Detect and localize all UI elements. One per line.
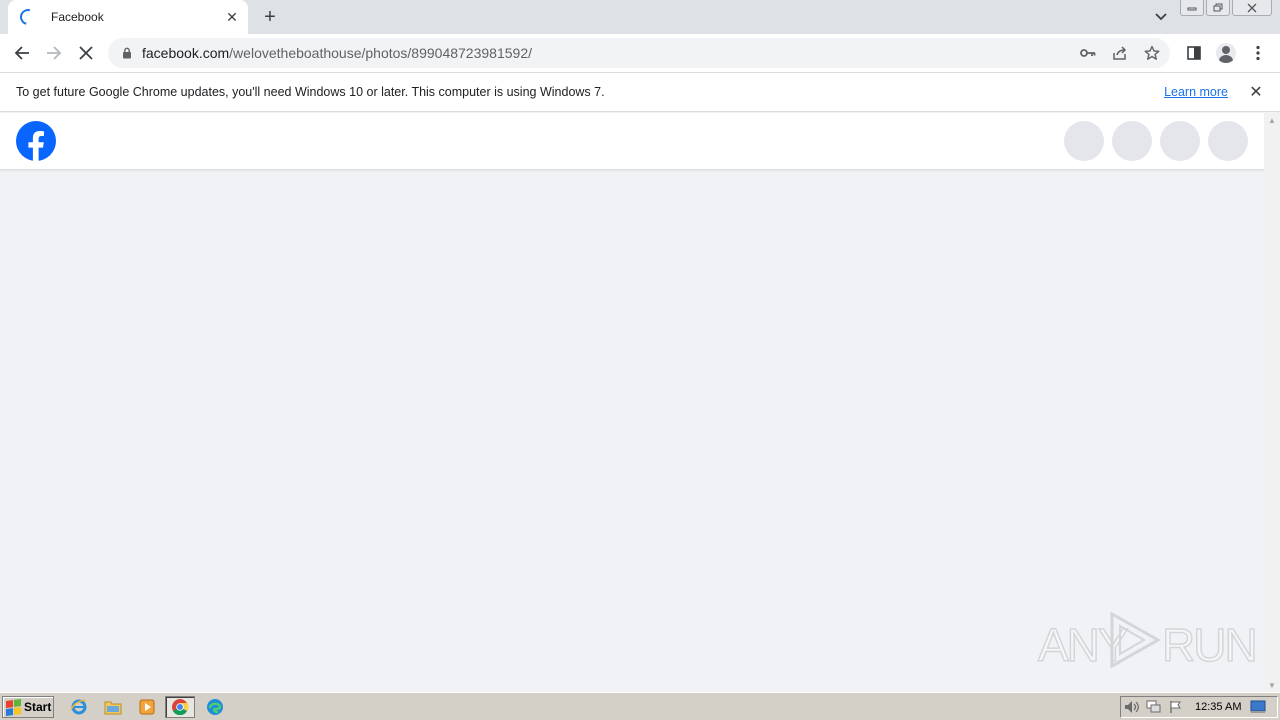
tab-search-icon[interactable] [1150,6,1172,28]
url-host: facebook.com [142,45,230,61]
edge-icon[interactable] [204,696,226,718]
new-tab-button[interactable]: + [258,5,282,29]
profile-icon [1216,43,1236,63]
play-logo-icon [1110,611,1162,669]
page-content [0,113,1264,692]
windows-flag-icon [6,698,21,716]
loading-spinner-icon [17,6,39,28]
system-tray: 12:35 AM [1120,696,1278,718]
header-placeholder-circle [1208,121,1248,161]
watermark-text-right: RUN [1161,618,1258,672]
network-icon[interactable] [1143,698,1165,716]
facebook-header [0,113,1264,170]
header-placeholder-circle [1160,121,1200,161]
scroll-up-arrow-icon[interactable]: ▲ [1264,113,1280,127]
back-button[interactable] [8,39,36,67]
infobar-close-button[interactable]: ✕ [1246,82,1266,102]
action-center-flag-icon[interactable] [1165,698,1187,716]
scroll-down-arrow-icon[interactable]: ▼ [1264,678,1280,692]
url-path: /welovetheboathouse/photos/8990487239815… [229,45,532,61]
tab-title: Facebook [51,10,104,24]
taskbar-clock[interactable]: 12:35 AM [1195,701,1241,713]
header-placeholder-circle [1064,121,1104,161]
anyrun-watermark: ANY RUN [1037,610,1258,672]
chrome-icon[interactable] [165,696,195,718]
tab-strip: Facebook ✕ + [0,0,1280,34]
infobar-message: To get future Google Chrome updates, you… [16,85,605,99]
page-scrollbar[interactable]: ▲ ▼ [1264,113,1280,692]
window-controls [1180,0,1272,16]
forward-button[interactable] [40,39,68,67]
windows-taskbar: Start 12:35 AM [0,692,1280,720]
window-close-button[interactable] [1232,0,1272,16]
facebook-logo-icon[interactable] [16,121,56,161]
tab-facebook[interactable]: Facebook ✕ [8,0,248,34]
tab-close-button[interactable]: ✕ [222,7,242,27]
volume-icon[interactable] [1121,698,1143,716]
lock-icon[interactable] [120,46,134,60]
bookmark-star-icon[interactable] [1138,39,1166,67]
address-bar[interactable]: facebook.com/welovetheboathouse/photos/8… [108,38,1170,68]
url-text: facebook.com/welovetheboathouse/photos/8… [142,45,1074,61]
file-explorer-icon[interactable] [102,696,124,718]
media-player-icon[interactable] [136,696,158,718]
side-panel-icon[interactable] [1180,39,1208,67]
update-infobar: To get future Google Chrome updates, you… [0,72,1280,112]
learn-more-link[interactable]: Learn more [1164,85,1228,99]
stop-loading-button[interactable] [72,39,100,67]
show-desktop-icon[interactable] [1247,698,1269,716]
internet-explorer-icon[interactable] [68,696,90,718]
share-icon[interactable] [1106,39,1134,67]
start-button[interactable]: Start [2,696,54,718]
profile-avatar[interactable] [1212,39,1240,67]
browser-toolbar: facebook.com/welovetheboathouse/photos/8… [0,34,1280,72]
minimize-button[interactable] [1180,0,1204,16]
header-placeholder-circle [1112,121,1152,161]
restore-button[interactable] [1206,0,1230,16]
chrome-menu-button[interactable] [1244,39,1272,67]
password-key-icon[interactable] [1074,39,1102,67]
start-label: Start [24,700,52,714]
